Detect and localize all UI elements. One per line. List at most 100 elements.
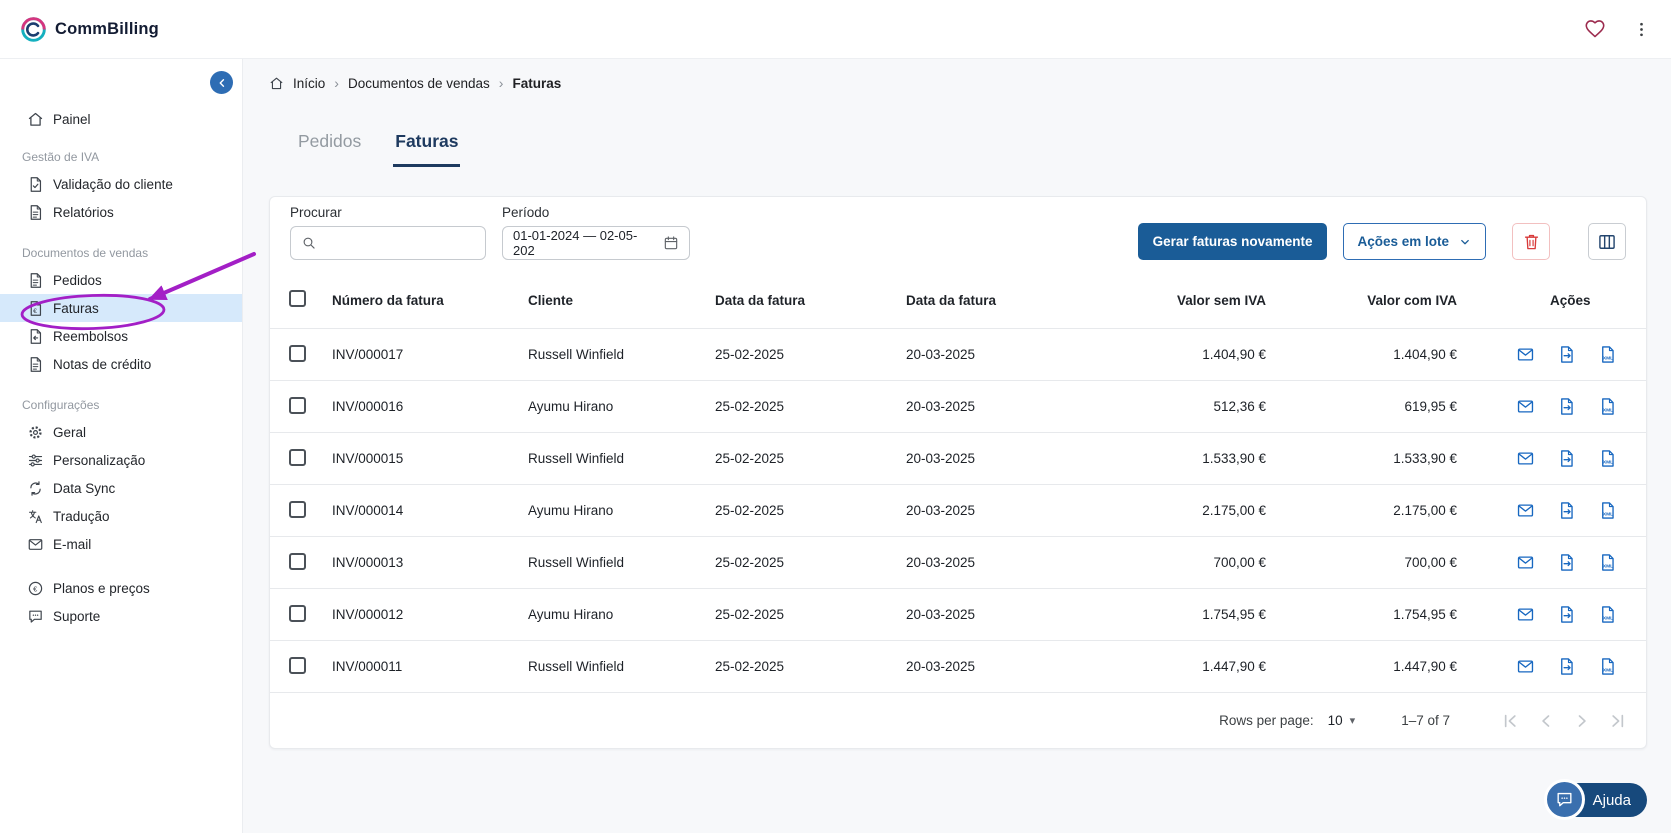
invoice-number: INV/000017 (320, 347, 516, 362)
export-file-button[interactable] (1557, 397, 1576, 416)
sidebar-item-label: Validação do cliente (53, 177, 173, 192)
download-xml-button[interactable] (1598, 449, 1617, 468)
sidebar-item-notas-credito[interactable]: Notas de crédito (0, 350, 242, 378)
sidebar-item-label: Suporte (53, 609, 100, 624)
search-input[interactable] (325, 236, 475, 251)
kebab-menu-icon (1632, 20, 1651, 39)
regenerate-invoices-button[interactable]: Gerar faturas novamente (1138, 223, 1328, 260)
download-xml-button[interactable] (1598, 397, 1617, 416)
sidebar-item-label: Data Sync (53, 481, 115, 496)
period-input[interactable]: 01-01-2024 — 02-05-202 (502, 226, 690, 260)
help-button[interactable]: Ajuda (1547, 783, 1647, 817)
mail-icon (27, 536, 44, 553)
download-xml-button[interactable] (1598, 345, 1617, 364)
export-file-button[interactable] (1557, 345, 1576, 364)
row-checkbox[interactable] (289, 345, 306, 362)
chat-icon (27, 608, 44, 625)
export-file-button[interactable] (1557, 501, 1576, 520)
sidebar-item-suporte[interactable]: Suporte (0, 602, 242, 630)
download-xml-button[interactable] (1598, 553, 1617, 572)
file-export-icon (1557, 501, 1576, 520)
send-email-button[interactable] (1516, 449, 1535, 468)
row-checkbox[interactable] (289, 605, 306, 622)
sidebar-item-data-sync[interactable]: Data Sync (0, 474, 242, 502)
row-checkbox[interactable] (289, 501, 306, 518)
send-email-button[interactable] (1516, 605, 1535, 624)
row-checkbox[interactable] (289, 449, 306, 466)
sidebar-item-validacao-cliente[interactable]: Validação do cliente (0, 170, 242, 198)
favorites-button[interactable] (1584, 18, 1606, 40)
last-page-button[interactable] (1608, 711, 1628, 731)
xml-file-icon (1598, 397, 1617, 416)
send-email-button[interactable] (1516, 345, 1535, 364)
send-email-button[interactable] (1516, 657, 1535, 676)
overflow-menu-button[interactable] (1632, 20, 1651, 39)
last-page-icon (1608, 711, 1628, 731)
sidebar-item-personalizacao[interactable]: Personalização (0, 446, 242, 474)
export-file-button[interactable] (1557, 657, 1576, 676)
gear-icon (27, 424, 44, 441)
table-row: INV/000012 Ayumu Hirano 25-02-2025 20-03… (270, 588, 1646, 640)
home-icon (269, 76, 284, 91)
export-file-button[interactable] (1557, 605, 1576, 624)
send-email-button[interactable] (1516, 397, 1535, 416)
row-checkbox[interactable] (289, 657, 306, 674)
row-actions (1459, 553, 1646, 572)
column-header-due-date: Data da fatura (894, 293, 1064, 308)
breadcrumb-inicio[interactable]: Início (293, 76, 325, 91)
download-xml-button[interactable] (1598, 657, 1617, 676)
rows-per-page-select[interactable]: 10 ▾ (1328, 713, 1356, 728)
invoice-number: INV/000011 (320, 659, 516, 674)
tab-faturas[interactable]: Faturas (393, 121, 460, 167)
sidebar-item-painel[interactable]: Painel (0, 104, 242, 134)
file-export-icon (1557, 397, 1576, 416)
row-checkbox[interactable] (289, 553, 306, 570)
period-filter: Período 01-01-2024 — 02-05-202 (502, 205, 690, 260)
next-page-button[interactable] (1572, 711, 1592, 731)
mail-icon (1516, 501, 1535, 520)
client-name: Russell Winfield (516, 451, 703, 466)
chat-icon (1544, 779, 1585, 820)
table-row: INV/000015 Russell Winfield 25-02-2025 2… (270, 432, 1646, 484)
sidebar-item-label: Relatórios (53, 205, 114, 220)
xml-file-icon (1598, 501, 1617, 520)
sidebar-collapse-button[interactable] (210, 71, 233, 94)
tab-pedidos[interactable]: Pedidos (296, 121, 363, 167)
net-amount: 2.175,00 € (1064, 503, 1268, 518)
table-header: Número da fatura Cliente Data da fatura … (270, 272, 1646, 328)
send-email-button[interactable] (1516, 553, 1535, 572)
export-file-button[interactable] (1557, 553, 1576, 572)
row-actions (1459, 345, 1646, 364)
select-all-checkbox[interactable] (289, 290, 306, 307)
bulk-actions-label: Ações em lote (1357, 234, 1449, 249)
bulk-actions-button[interactable]: Ações em lote (1343, 223, 1486, 260)
sidebar-item-faturas[interactable]: Faturas (0, 294, 242, 322)
row-checkbox[interactable] (289, 397, 306, 414)
download-xml-button[interactable] (1598, 605, 1617, 624)
export-file-button[interactable] (1557, 449, 1576, 468)
sidebar-section-documentos-vendas: Documentos de vendas (0, 246, 242, 260)
client-name: Ayumu Hirano (516, 503, 703, 518)
prev-page-button[interactable] (1536, 711, 1556, 731)
due-date: 20-03-2025 (894, 451, 1064, 466)
sidebar-item-relatorios[interactable]: Relatórios (0, 198, 242, 226)
sidebar-item-planos-precos[interactable]: Planos e preços (0, 574, 242, 602)
table-row: INV/000016 Ayumu Hirano 25-02-2025 20-03… (270, 380, 1646, 432)
delete-button[interactable] (1512, 223, 1550, 260)
download-xml-button[interactable] (1598, 501, 1617, 520)
first-page-button[interactable] (1500, 711, 1520, 731)
columns-settings-button[interactable] (1588, 223, 1626, 260)
row-actions (1459, 657, 1646, 676)
sidebar-item-reembolsos[interactable]: Reembolsos (0, 322, 242, 350)
breadcrumb-documentos-vendas[interactable]: Documentos de vendas (348, 76, 490, 91)
sidebar-item-email[interactable]: E-mail (0, 530, 242, 558)
sidebar-item-geral[interactable]: Geral (0, 418, 242, 446)
document-order-icon (27, 272, 44, 289)
send-email-button[interactable] (1516, 501, 1535, 520)
sidebar-item-traducao[interactable]: Tradução (0, 502, 242, 530)
prev-page-icon (1536, 711, 1556, 731)
gross-amount: 1.447,90 € (1268, 659, 1459, 674)
xml-file-icon (1598, 605, 1617, 624)
sidebar-item-pedidos[interactable]: Pedidos (0, 266, 242, 294)
pagination-controls (1500, 711, 1628, 731)
